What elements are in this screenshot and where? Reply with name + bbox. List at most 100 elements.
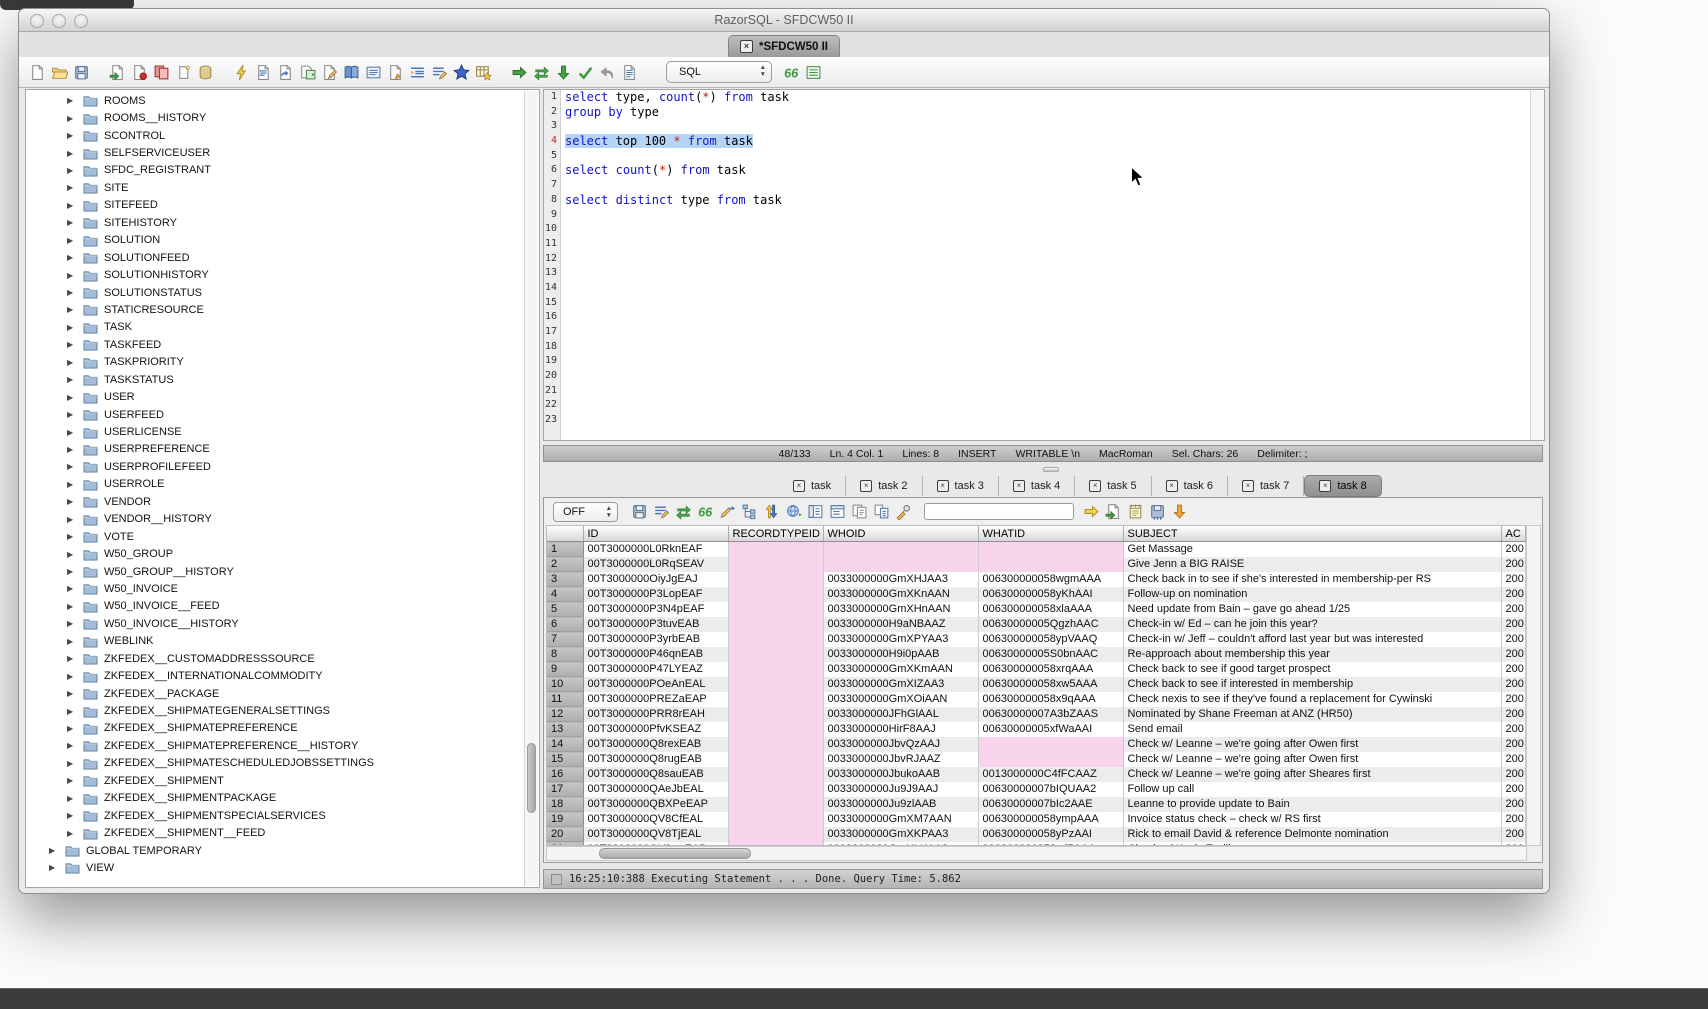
disclosure-triangle-icon[interactable]: ▶ (67, 602, 76, 611)
row-limit-select[interactable]: OFF▲▼ (553, 502, 618, 522)
cell-whatid[interactable]: 00630000007bIQUAA2 (978, 782, 1123, 797)
splitter-grip[interactable] (543, 463, 1543, 474)
column-header-whoid[interactable]: WHOID (823, 526, 978, 542)
tree-item-zkfedex-shipmatescheduledjobssettings[interactable]: ▶ ZKFEDEX__SHIPMATESCHEDULEDJOBSSETTINGS (27, 755, 524, 772)
cell-ac[interactable]: 200 (1501, 752, 1525, 767)
table-row[interactable]: 400T3000000P3LopEAF0033000000GmXKnAAN006… (547, 587, 1525, 602)
tree-item-user[interactable]: ▶ USER (27, 388, 524, 405)
result-tab-task-6[interactable]: ×task 6 (1152, 476, 1228, 496)
cell-recordtypeid[interactable] (728, 662, 823, 677)
cell-subject[interactable]: Rick to email David & reference Delmonte… (1123, 827, 1501, 842)
result-tab-task-5[interactable]: ×task 5 (1075, 476, 1151, 496)
tree-item-w50-invoice-history[interactable]: ▶ W50_INVOICE__HISTORY (27, 615, 524, 632)
cell-subject[interactable]: Check back to see if interested in membe… (1123, 677, 1501, 692)
disclosure-triangle-icon[interactable]: ▶ (67, 236, 76, 245)
indent-lines-icon[interactable] (408, 63, 427, 82)
row-number-cell[interactable]: 6 (547, 617, 583, 632)
disclosure-triangle-icon[interactable]: ▶ (67, 201, 76, 210)
cell-recordtypeid[interactable] (728, 737, 823, 752)
cell-subject[interactable]: Check w/ Leanne – we're going after Owen… (1123, 737, 1501, 752)
tree-item-rooms[interactable]: ▶ ROOMS (27, 92, 524, 109)
import-doc-icon[interactable] (108, 63, 127, 82)
cell-ac[interactable]: 200 (1501, 827, 1525, 842)
row-number-cell[interactable]: 16 (547, 767, 583, 782)
close-tab-icon[interactable]: × (937, 480, 949, 492)
code-line[interactable] (561, 325, 1530, 340)
result-tab-task-3[interactable]: ×task 3 (923, 476, 999, 496)
cell-recordtypeid[interactable] (728, 557, 823, 572)
zoom-window-button[interactable] (74, 14, 88, 28)
code-line[interactable]: select distinct type from task (561, 193, 1530, 208)
tree-item-w50-group-history[interactable]: ▶ W50_GROUP__HISTORY (27, 563, 524, 580)
close-tab-icon[interactable]: × (793, 480, 805, 492)
sort-arrows-icon[interactable] (762, 502, 781, 521)
cell-id[interactable]: 00T3000000PREZaEAP (583, 692, 728, 707)
tree-scrollbar[interactable] (524, 91, 538, 886)
cell-subject[interactable]: Invoice status check – check w/ RS first (1123, 812, 1501, 827)
cell-whatid[interactable]: 006300000058x9qAAA (978, 692, 1123, 707)
cell-whoid[interactable]: 0033000000GmXM7AAN (823, 812, 978, 827)
tree-item-vendor-history[interactable]: ▶ VENDOR__HISTORY (27, 511, 524, 528)
refresh-swap-icon[interactable] (674, 502, 693, 521)
cell-ac[interactable]: 200 (1501, 737, 1525, 752)
column-header-recordtypeid[interactable]: RECORDTYPEID (728, 526, 823, 542)
disclosure-triangle-icon[interactable]: ▶ (67, 811, 76, 820)
result-tab-task-8[interactable]: ×task 8 (1304, 475, 1381, 497)
save-icon[interactable] (630, 502, 649, 521)
doc-refresh-icon[interactable] (276, 63, 295, 82)
results-list-icon[interactable] (804, 63, 823, 82)
disclosure-triangle-icon[interactable]: ▶ (67, 166, 76, 175)
code-line[interactable] (561, 178, 1530, 193)
table-row[interactable]: 200T3000000L0RqSEAVGive Jenn a BIG RAISE… (547, 557, 1525, 572)
cell-ac[interactable]: 200 (1501, 767, 1525, 782)
cell-whatid[interactable]: 00630000007A3bZAAS (978, 707, 1123, 722)
column-header-id[interactable]: ID (583, 526, 728, 542)
row-number-cell[interactable]: 18 (547, 797, 583, 812)
quote-insert-icon[interactable]: 66 (696, 502, 715, 521)
cell-ac[interactable]: 200 (1501, 662, 1525, 677)
results-search-input[interactable] (924, 503, 1074, 520)
tree-item-zkfedex-shipment-feed[interactable]: ▶ ZKFEDEX__SHIPMENT__FEED (27, 824, 524, 841)
column-header-ac[interactable]: AC (1501, 526, 1525, 542)
cell-whatid[interactable] (978, 557, 1123, 572)
row-number-cell[interactable]: 4 (547, 587, 583, 602)
code-line[interactable] (561, 119, 1530, 134)
tree-item-zkfedex-package[interactable]: ▶ ZKFEDEX__PACKAGE (27, 685, 524, 702)
cell-subject[interactable]: Give Jenn a BIG RAISE (1123, 557, 1501, 572)
cell-id[interactable]: 00T3000000PRR8rEAH (583, 707, 728, 722)
disclosure-triangle-icon[interactable]: ▶ (67, 654, 76, 663)
cell-whatid[interactable]: 00630000005S0bnAAC (978, 647, 1123, 662)
cell-ac[interactable]: 200 (1501, 812, 1525, 827)
cell-ac[interactable]: 200 (1501, 692, 1525, 707)
highlight-pen-icon[interactable] (894, 502, 913, 521)
tree-item-view[interactable]: ▶ VIEW (27, 859, 524, 876)
cell-whoid[interactable]: 0033000000GmXIZAA3 (823, 677, 978, 692)
tree-item-sitefeed[interactable]: ▶ SITEFEED (27, 197, 524, 214)
disclosure-triangle-icon[interactable]: ▶ (67, 253, 76, 262)
grip-handle-icon[interactable] (1043, 467, 1059, 472)
row-number-cell[interactable]: 10 (547, 677, 583, 692)
save-icon[interactable] (72, 63, 91, 82)
table-row[interactable]: 100T3000000L0RknEAFGet Massage200 (547, 542, 1525, 557)
cell-id[interactable]: 00T3000000P47LYEAZ (583, 662, 728, 677)
quote-insert-icon[interactable]: 66 (782, 63, 801, 82)
sql-mode-select[interactable]: SQL▲▼ (666, 61, 772, 83)
cell-id[interactable]: 00T3000000Q8rugEAB (583, 752, 728, 767)
cell-recordtypeid[interactable] (728, 692, 823, 707)
disclosure-triangle-icon[interactable]: ▶ (67, 445, 76, 454)
panel-list-icon[interactable] (806, 502, 825, 521)
disclosure-triangle-icon[interactable]: ▶ (67, 689, 76, 698)
log-doc-icon[interactable] (620, 63, 639, 82)
close-tab-icon[interactable]: × (740, 40, 753, 53)
table-row[interactable]: 2000T3000000QV8TjEAL0033000000GmXKPAA300… (547, 827, 1525, 842)
cell-id[interactable]: 00T3000000QBXPeEAP (583, 797, 728, 812)
close-tab-icon[interactable]: × (1319, 480, 1331, 492)
cell-whoid[interactable] (823, 542, 978, 557)
close-tab-icon[interactable]: × (1013, 480, 1025, 492)
tree-item-zkfedex-shipmatepreference-history[interactable]: ▶ ZKFEDEX__SHIPMATEPREFERENCE__HISTORY (27, 737, 524, 754)
notepad-icon[interactable] (1126, 502, 1145, 521)
run-bolt-icon[interactable] (232, 63, 251, 82)
results-vertical-scrollbar[interactable] (1526, 525, 1541, 846)
row-number-cell[interactable]: 13 (547, 722, 583, 737)
tree-item-zkfedex-shipmentspecialservices[interactable]: ▶ ZKFEDEX__SHIPMENTSPECIALSERVICES (27, 807, 524, 824)
